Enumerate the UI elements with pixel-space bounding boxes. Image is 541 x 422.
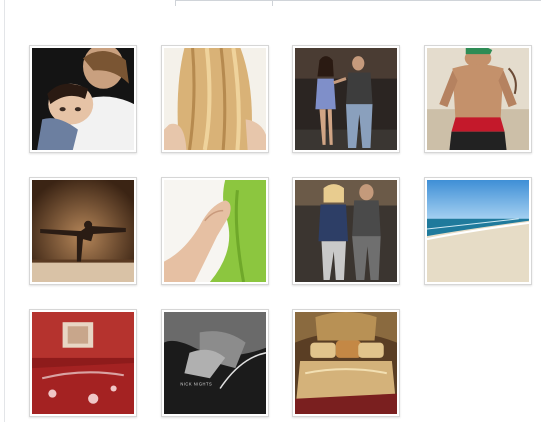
photo-caption: NICK NIGHTS: [180, 381, 212, 386]
luxury-bedding-photo[interactable]: [292, 309, 400, 417]
hand-green-towel-photo[interactable]: [161, 177, 269, 285]
beach-shoreline-photo[interactable]: [424, 177, 532, 285]
blonde-hair-back-photo[interactable]: [161, 45, 269, 153]
thumbnail-grid: NICK NIGHTS: [0, 0, 541, 422]
black-and-white-embrace-photo[interactable]: NICK NIGHTS: [161, 309, 269, 417]
shirtless-man-photo[interactable]: [424, 45, 532, 153]
red-bedroom-photo[interactable]: [29, 309, 137, 417]
yoga-pose-photo[interactable]: [29, 177, 137, 285]
mother-and-baby-photo[interactable]: [29, 45, 137, 153]
couple-holding-hands-photo[interactable]: [292, 177, 400, 285]
couple-walking-street-photo[interactable]: [292, 45, 400, 153]
